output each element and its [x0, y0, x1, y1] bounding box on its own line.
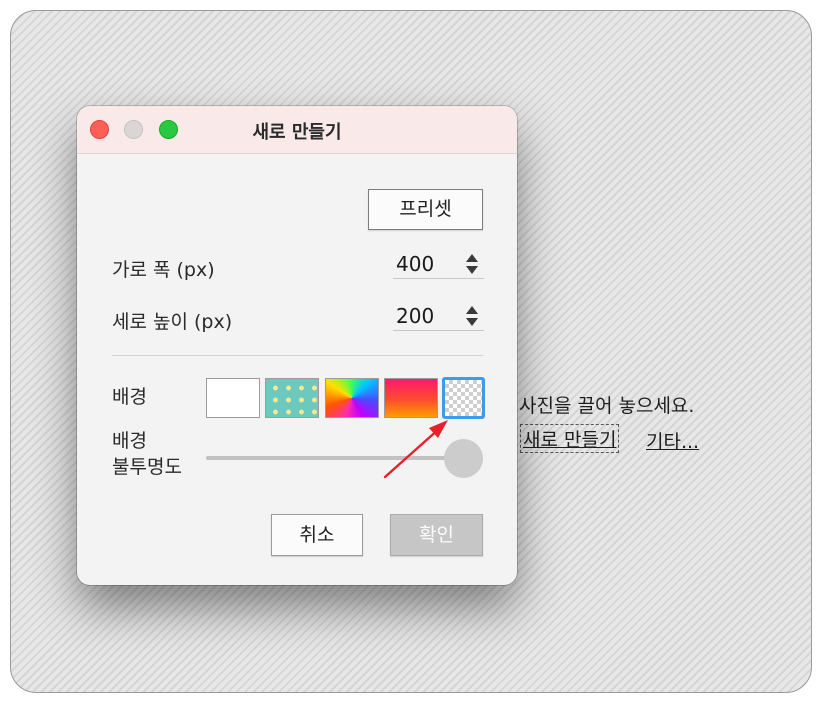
height-field[interactable]: 200: [393, 303, 484, 331]
height-value: 200: [396, 304, 435, 328]
opacity-label-line2: 불투명도: [112, 456, 182, 478]
dialog-title: 새로 만들기: [252, 122, 342, 143]
height-label: 세로 높이 (px): [112, 311, 233, 333]
cancel-button[interactable]: 취소: [271, 514, 363, 556]
width-field[interactable]: 400: [393, 251, 484, 279]
titlebar: 새로 만들기: [77, 106, 517, 154]
swatch-rainbow[interactable]: [325, 378, 379, 418]
width-value: 400: [396, 252, 435, 276]
swatch-white[interactable]: [206, 378, 260, 418]
new-link[interactable]: 새로 만들기: [519, 424, 620, 453]
divider: [112, 355, 483, 356]
other-link[interactable]: 기타...: [646, 427, 699, 454]
width-stepper-icon[interactable]: [465, 253, 479, 275]
new-document-dialog: 새로 만들기 프리셋 가로 폭 (px) 400 세로 높이 (px) 200 …: [77, 106, 517, 585]
drop-hint-text: 사진을 끌어 놓으세요.: [519, 395, 695, 417]
height-stepper-icon[interactable]: [465, 305, 479, 327]
annotation-arrow-icon: [383, 420, 448, 479]
background-label: 배경: [112, 386, 147, 408]
confirm-button[interactable]: 확인: [390, 514, 483, 556]
opacity-label-line1: 배경: [112, 430, 147, 452]
swatch-teal-dots[interactable]: [265, 378, 319, 418]
width-label: 가로 폭 (px): [112, 259, 215, 281]
presets-button[interactable]: 프리셋: [368, 189, 483, 230]
